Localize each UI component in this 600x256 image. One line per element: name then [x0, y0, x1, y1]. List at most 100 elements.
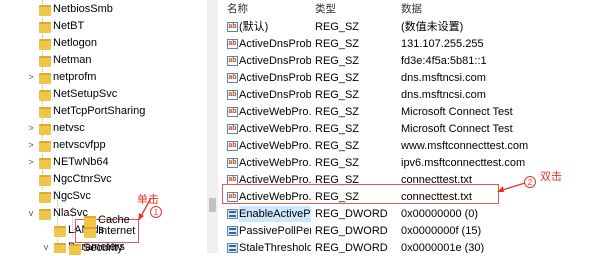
value-name: ActiveWebPro... [239, 123, 311, 135]
annotation-arrow [138, 197, 152, 221]
folder-icon [39, 56, 51, 67]
column-header-name[interactable]: 名称 [227, 2, 248, 16]
value-type: REG_SZ [315, 106, 360, 118]
folder-open-icon [54, 243, 66, 253]
value-name: ActiveDnsProb... [239, 89, 311, 101]
value-row[interactable]: ab (默认) REG_SZ (数值未设置) [221, 19, 600, 35]
value-row-selected[interactable]: EnableActivePr... REG_DWORD 0x00000000 (… [221, 206, 600, 222]
value-type: REG_SZ [315, 72, 360, 84]
string-value-icon: ab [227, 56, 238, 66]
folder-icon [39, 158, 51, 169]
tree-scrollbar[interactable] [207, 0, 218, 253]
value-data: Microsoft Connect Test [401, 106, 513, 118]
value-name: ActiveWebPro... [239, 106, 311, 118]
value-row[interactable]: ab ActiveDnsProb... REG_SZ fd3e:4f5a:5b8… [221, 53, 600, 69]
value-type: REG_SZ [315, 157, 360, 169]
string-value-icon: ab [227, 73, 238, 83]
tree-item-label: NetBT [53, 20, 85, 32]
value-name: ActiveDnsProb... [239, 55, 311, 67]
value-name: PassivePollPeri [239, 225, 311, 237]
chevron-down-icon[interactable]: v [26, 205, 36, 221]
string-value-icon: ab [227, 22, 238, 32]
chevron-right-icon[interactable]: > [26, 137, 36, 153]
value-row[interactable]: StaleThreshold REG_DWORD 0x0000001e (30) [221, 240, 600, 253]
value-name: ActiveWebPro... [239, 140, 311, 152]
tree-item-label: NgcSvc [53, 190, 91, 202]
folder-icon [84, 216, 96, 227]
value-type: REG_SZ [315, 89, 360, 101]
tree-item-label: NgcCtnrSvc [53, 173, 112, 185]
string-value-icon: ab [227, 158, 238, 168]
chevron-right-icon[interactable]: > [26, 69, 36, 85]
folder-open-icon [39, 209, 51, 220]
dword-value-icon [227, 209, 238, 219]
value-row[interactable]: ab ActiveDnsProb... REG_SZ dns.msftncsi.… [221, 87, 600, 103]
folder-icon [39, 192, 51, 203]
tree-item-label: Netman [53, 54, 92, 66]
value-name: (默认) [239, 21, 269, 33]
value-type: REG_DWORD [315, 225, 388, 237]
tree-item-label: NetSetupSvc [53, 88, 118, 100]
list-header: 名称 类型 数据 [221, 0, 600, 17]
folder-icon [39, 141, 51, 152]
tree-item-label: netvsc [53, 122, 85, 134]
chevron-right-icon[interactable]: > [26, 120, 36, 136]
folder-icon [39, 22, 51, 33]
value-type: REG_SZ [315, 140, 360, 152]
tree-item-label: NetTcpPortSharing [53, 105, 146, 117]
value-data: dns.msftncsi.com [401, 72, 486, 84]
chevron-right-icon[interactable]: > [26, 154, 36, 170]
folder-icon [39, 175, 51, 186]
folder-icon [39, 124, 51, 135]
value-row[interactable]: ab ActiveWebPro... REG_SZ Microsoft Conn… [221, 104, 600, 120]
value-name: StaleThreshold [239, 242, 311, 253]
folder-icon [69, 244, 81, 255]
value-name: ActiveWebPro... [239, 157, 311, 169]
value-row[interactable]: ab ActiveWebPro... REG_SZ Microsoft Conn… [221, 121, 600, 137]
string-value-icon: ab [227, 39, 238, 49]
value-type: REG_SZ [315, 123, 360, 135]
value-data: dns.msftncsi.com [401, 89, 486, 101]
annotation-arrow [497, 182, 526, 192]
folder-icon [39, 39, 51, 50]
string-value-icon: ab [227, 124, 238, 134]
annotation-highlight-box [222, 184, 499, 204]
value-data: 0x0000000f (15) [401, 225, 482, 237]
tree-scrollbar-thumb[interactable] [209, 198, 216, 212]
tree-item-label: NETwNb64 [53, 156, 109, 168]
string-value-icon: ab [227, 90, 238, 100]
value-name: ActiveDnsProb... [239, 38, 311, 50]
chevron-down-icon[interactable]: v [41, 239, 51, 253]
chevron-right-icon[interactable]: > [71, 223, 81, 239]
value-data: 131.107.255.255 [401, 38, 484, 50]
dword-value-icon [227, 243, 238, 253]
value-row[interactable]: PassivePollPeri REG_DWORD 0x0000000f (15… [221, 223, 600, 239]
dword-value-icon [227, 226, 238, 236]
value-data: fd3e:4f5a:5b81::1 [401, 55, 487, 67]
folder-icon [39, 107, 51, 118]
value-row[interactable]: ab ActiveDnsProb... REG_SZ 131.107.255.2… [221, 36, 600, 52]
folder-icon [39, 5, 51, 16]
tree-item-label: Netlogon [53, 37, 98, 49]
value-type: REG_DWORD [315, 208, 388, 220]
column-header-data[interactable]: 数据 [401, 2, 422, 16]
value-data: Microsoft Connect Test [401, 123, 513, 135]
annotation-dblclick-label: 双击 [540, 171, 562, 183]
string-value-icon: ab [227, 141, 238, 151]
value-data: 0x0000001e (30) [401, 242, 485, 253]
tree-item-label: NetbiosSmb [53, 3, 113, 15]
registry-values-list[interactable]: 名称 类型 数据 ab (默认) REG_SZ (数值未设置) ab Activ… [221, 0, 600, 253]
value-data: ipv6.msftconnecttest.com [401, 157, 526, 169]
value-name: EnableActivePr... [239, 206, 311, 222]
folder-icon [39, 73, 51, 84]
value-row[interactable]: ab ActiveDnsProb... REG_SZ dns.msftncsi.… [221, 70, 600, 86]
value-data: 0x00000000 (0) [401, 208, 479, 220]
value-row[interactable]: ab ActiveWebPro... REG_SZ www.msftconnec… [221, 138, 600, 154]
value-type: REG_SZ [315, 21, 360, 33]
value-type: REG_SZ [315, 55, 360, 67]
tree-item-label: Security [83, 242, 123, 254]
tree-item-label: Internet [98, 225, 136, 237]
column-header-type[interactable]: 类型 [315, 2, 336, 16]
value-name: ActiveDnsProb... [239, 72, 311, 84]
tree-item-label: netprofm [53, 71, 97, 83]
